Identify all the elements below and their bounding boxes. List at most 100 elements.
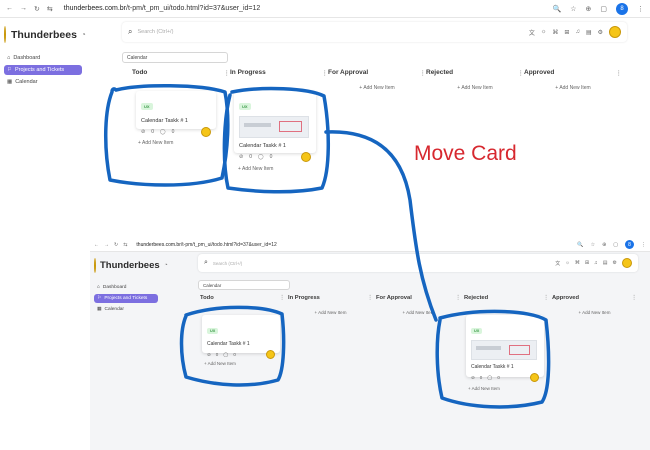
comment-icon: ◯ [487,374,493,380]
user-avatar[interactable] [609,26,621,38]
bell-icon[interactable]: ♫ [575,29,580,35]
profile-avatar[interactable]: 8 [625,240,634,249]
add-item-button[interactable]: + Add New Item [468,386,500,391]
column-menu-icon[interactable]: ⋮ [631,295,637,304]
add-item-button[interactable]: + Add New Item [376,310,461,315]
add-item-button[interactable]: + Add New Item [288,310,373,315]
zoom-icon[interactable]: 🔍 [553,5,562,13]
address-bar[interactable]: thunderbees.com.br/t-pm/t_pm_ui/todo.htm… [64,5,261,12]
site-info-icon[interactable]: ⇆ [123,242,127,248]
menu-icon[interactable]: ⋮ [637,5,644,13]
logo-icon [94,258,96,273]
sidepanel-icon[interactable]: ▢ [613,242,618,248]
column-menu-icon[interactable]: ⋮ [616,69,623,79]
theme-icon[interactable]: ☼ [565,260,570,266]
bell-icon[interactable]: ♫ [594,260,598,266]
settings-icon[interactable]: ⚙ [598,29,603,36]
translate-icon[interactable]: 文 [529,28,535,37]
menu-icon[interactable]: ⋮ [641,242,646,248]
task-card[interactable]: UX Calendar Taskk # 1 ⊘ 0 ◯ 0 [234,91,316,162]
add-item-button[interactable]: + Add New Item [138,140,173,146]
add-item-button[interactable]: + Add New Item [524,85,622,91]
bookmark-star-icon[interactable]: ☆ [570,5,576,13]
sidebar-item-dashboard[interactable]: ⌂ Dashboard [94,283,158,292]
calendar-top-icon[interactable]: ▤ [603,260,608,266]
calendar-top-icon[interactable]: ▤ [586,29,592,36]
extensions-icon[interactable]: ⊕ [586,5,592,13]
forward-icon[interactable]: → [104,242,109,248]
home-icon: ⌂ [97,285,100,290]
shortcuts-icon[interactable]: ⌘ [552,29,558,36]
brand: Thunderbees ◔ [4,26,86,43]
column-menu-icon[interactable]: ⋮ [455,295,461,304]
card-thumbnail [239,116,309,138]
logo-icon [4,26,6,43]
tickets-icon: ⚐ [97,296,102,301]
bookmark-star-icon[interactable]: ☆ [591,242,595,248]
site-info-icon[interactable]: ⇆ [47,5,53,13]
task-card[interactable]: UX Calendar Taskk # 1 ⊘ 0 ◯ 0 [136,91,216,137]
assignee-avatar [301,152,311,162]
project-filter-field[interactable]: Calendar [122,52,228,63]
search-icon: ⌕ [128,27,133,36]
column-menu-icon[interactable]: ⋮ [367,295,373,304]
zoom-icon[interactable]: 🔍 [577,242,583,248]
attachment-icon: ⊘ [141,129,146,135]
column-todo: Todo ⋮ [200,295,285,304]
add-item-button[interactable]: + Add New Item [238,166,273,172]
address-bar[interactable]: thunderbees.com.br/t-pm/t_pm_ui/todo.htm… [136,242,276,248]
main-content: ⌕ Search (Ctrl+/) 文 ☼ ⌘ ⊞ ♫ ▤ ⚙ Calendar… [122,22,627,235]
user-avatar[interactable] [622,258,632,268]
sidebar: Thunderbees ◔ ⌂ Dashboard ⚐ Projects and… [0,18,86,235]
project-filter-field[interactable]: Calendar [198,280,290,290]
back-icon[interactable]: ← [6,5,13,12]
column-menu-icon[interactable]: ⋮ [543,295,549,304]
tickets-icon: ⚐ [7,67,12,73]
shortcuts-icon[interactable]: ⌘ [575,260,580,266]
forward-icon[interactable]: → [20,5,27,12]
sidepanel-icon[interactable]: ▢ [600,5,607,13]
apps-grid-icon[interactable]: ⊞ [564,29,569,36]
kanban-board: Todo ⋮ In Progress ⋮ For Approval ⋮ + Add N… [122,69,627,235]
extensions-icon[interactable]: ⊕ [602,242,606,248]
search-input[interactable]: Search (Ctrl+/) [213,261,242,266]
sidebar-item-projects[interactable]: ⚐ Projects and Tickets [94,294,158,303]
add-item-button[interactable]: + Add New Item [204,361,236,366]
back-icon[interactable]: ← [94,242,99,248]
search-input[interactable]: Search (Ctrl+/) [137,29,173,35]
sidebar-item-calendar[interactable]: ▦ Calendar [4,77,82,87]
translate-icon[interactable]: 文 [555,260,560,267]
main-content: ⌕ Search (Ctrl+/) 文 ☼ ⌘ ⊞ ♫ ▤ ⚙ Calendar… [198,254,638,450]
add-item-button[interactable]: + Add New Item [552,310,637,315]
column-in-progress: In Progress ⋮ + Add New Item [288,295,373,315]
search-icon: ⌕ [204,259,208,266]
column-rejected: Rejected ⋮ + Add New Item [426,69,524,91]
sidebar-item-dashboard[interactable]: ⌂ Dashboard [4,53,82,63]
attachment-icon: ⊘ [471,374,475,380]
clock-icon[interactable]: ◔ [164,262,168,269]
browser-toolbar: ← → ↻ ⇆ thunderbees.com.br/t-pm/t_pm_ui/… [0,0,650,18]
add-item-button[interactable]: + Add New Item [328,85,426,91]
card-title: Calendar Taskk # 1 [141,118,188,124]
clock-icon[interactable]: ◔ [81,30,86,39]
card-thumbnail [471,340,537,360]
theme-icon[interactable]: ☼ [541,29,547,35]
search-bar[interactable]: ⌕ Search (Ctrl+/) 文 ☼ ⌘ ⊞ ♫ ▤ ⚙ [198,254,638,272]
card-tag: UX [141,103,153,110]
reload-icon[interactable]: ↻ [34,5,40,13]
reload-icon[interactable]: ↻ [114,242,118,248]
add-item-button[interactable]: + Add New Item [426,85,524,91]
sidebar-item-projects[interactable]: ⚐ Projects and Tickets [4,65,82,75]
column-menu-icon[interactable]: ⋮ [279,295,285,304]
browser-toolbar: ← → ↻ ⇆ thunderbees.com.br/t-pm/t_pm_ui/… [90,238,650,252]
column-for-approval: For Approval ⋮ + Add New Item [376,295,461,315]
task-card[interactable]: UX Calendar Taskk # 1 ⊘ 0 ◯ 0 [466,315,544,382]
card-title: Calendar Taskk # 1 [239,143,286,149]
apps-grid-icon[interactable]: ⊞ [585,260,589,266]
calendar-icon: ▦ [97,307,102,312]
sidebar-item-calendar[interactable]: ▦ Calendar [94,305,158,314]
profile-avatar[interactable]: 8 [616,2,628,15]
settings-icon[interactable]: ⚙ [613,260,617,266]
search-bar[interactable]: ⌕ Search (Ctrl+/) 文 ☼ ⌘ ⊞ ♫ ▤ ⚙ [122,22,627,42]
task-card[interactable]: UX Calendar Taskk # 1 ⊘ 0 ◯ 0 [202,315,280,359]
